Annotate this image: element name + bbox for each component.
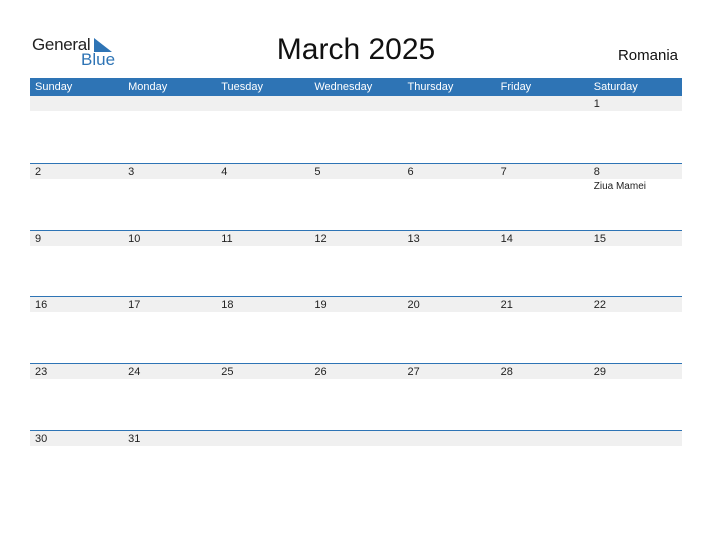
day-number: 24 bbox=[128, 366, 141, 379]
day-cell: 16 bbox=[30, 297, 123, 357]
day-cell: 12 bbox=[309, 231, 402, 291]
weekday-tuesday: Tuesday bbox=[221, 81, 264, 93]
day-number: 4 bbox=[221, 166, 228, 178]
day-number: 18 bbox=[221, 299, 234, 312]
day-number: 26 bbox=[314, 366, 327, 379]
week-cells: 9 10 11 12 13 14 15 bbox=[30, 231, 682, 291]
day-number: 22 bbox=[593, 299, 606, 312]
day-number: 15 bbox=[593, 232, 606, 245]
day-number: 19 bbox=[314, 299, 327, 312]
day-cell: 30 bbox=[30, 431, 123, 491]
day-cell: 10 bbox=[123, 231, 216, 291]
day-cell: 27 bbox=[403, 364, 496, 424]
day-cell: 20 bbox=[403, 297, 496, 357]
day-cell bbox=[216, 431, 309, 491]
day-number: 2 bbox=[35, 166, 42, 178]
week-cells: 30 31 bbox=[30, 431, 682, 491]
country-label: Romania bbox=[617, 47, 678, 64]
day-number: 9 bbox=[35, 232, 42, 245]
day-cell: 31 bbox=[123, 431, 216, 491]
day-cell: 11 bbox=[216, 231, 309, 291]
day-cell: 24 bbox=[123, 364, 216, 424]
day-number: 13 bbox=[407, 232, 420, 245]
day-cell bbox=[403, 96, 496, 156]
day-number: 20 bbox=[407, 299, 420, 312]
day-cell: 29 bbox=[589, 364, 682, 424]
day-number: 28 bbox=[500, 366, 513, 379]
day-number: 16 bbox=[35, 299, 48, 312]
week-cells: 1 bbox=[30, 96, 682, 156]
week-row: 30 31 bbox=[30, 429, 682, 497]
day-cell bbox=[309, 431, 402, 491]
day-number: 14 bbox=[500, 232, 513, 245]
day-number: 1 bbox=[593, 98, 600, 110]
week-cells: 2 3 4 5 6 7 8 Ziua Mamei bbox=[30, 164, 682, 224]
weekday-header: Sunday Monday Tuesday Wednesday Thursday… bbox=[30, 78, 682, 96]
week-cells: 23 24 25 26 27 28 29 bbox=[30, 364, 682, 424]
day-cell: 8 Ziua Mamei bbox=[589, 164, 682, 224]
day-number: 17 bbox=[128, 299, 141, 312]
day-cell: 17 bbox=[123, 297, 216, 357]
day-cell: 19 bbox=[309, 297, 402, 357]
day-cell bbox=[216, 96, 309, 156]
day-cell: 7 bbox=[496, 164, 589, 224]
day-cell: 9 bbox=[30, 231, 123, 291]
day-cell: 2 bbox=[30, 164, 123, 224]
day-number: 31 bbox=[128, 432, 141, 445]
week-row: 23 24 25 26 27 28 29 bbox=[30, 363, 682, 430]
day-cell: 28 bbox=[496, 364, 589, 424]
day-cell bbox=[403, 431, 496, 491]
day-number: 5 bbox=[314, 166, 321, 178]
day-cell: 5 bbox=[309, 164, 402, 224]
week-row: 16 17 18 19 20 21 22 bbox=[30, 296, 682, 363]
day-cell: 13 bbox=[403, 231, 496, 291]
day-cell bbox=[496, 96, 589, 156]
day-number: 25 bbox=[221, 366, 234, 379]
day-number: 6 bbox=[407, 166, 414, 178]
day-number: 7 bbox=[500, 166, 507, 178]
weeks-container: 1 2 3 4 5 6 7 8 Ziua Mamei 9 10 11 12 13 14 15 16 17 18 19 2… bbox=[30, 96, 682, 496]
day-cell: 22 bbox=[589, 297, 682, 357]
day-number: 23 bbox=[35, 366, 48, 379]
day-number: 12 bbox=[314, 232, 327, 245]
weekday-wednesday: Wednesday bbox=[314, 81, 373, 93]
day-cell: 6 bbox=[403, 164, 496, 224]
day-number: 29 bbox=[593, 366, 606, 379]
weekday-saturday: Saturday bbox=[593, 81, 638, 93]
day-cell: 15 bbox=[589, 231, 682, 291]
weekday-monday: Monday bbox=[128, 81, 168, 93]
day-cell bbox=[123, 96, 216, 156]
day-cell: 26 bbox=[309, 364, 402, 424]
day-cell: 18 bbox=[216, 297, 309, 357]
weekday-sunday: Sunday bbox=[35, 81, 73, 93]
day-number: 30 bbox=[35, 432, 48, 445]
day-cell: 1 bbox=[589, 96, 682, 156]
day-cell: 14 bbox=[496, 231, 589, 291]
day-cell: 3 bbox=[123, 164, 216, 224]
day-cell: 23 bbox=[30, 364, 123, 424]
weekday-friday: Friday bbox=[500, 81, 532, 93]
day-cell: 25 bbox=[216, 364, 309, 424]
day-cell bbox=[30, 96, 123, 156]
week-row: 9 10 11 12 13 14 15 bbox=[30, 229, 682, 297]
day-cell: 4 bbox=[216, 164, 309, 224]
weekday-thursday: Thursday bbox=[407, 81, 454, 93]
day-number: 3 bbox=[128, 166, 135, 178]
holiday-label: Ziua Mamei bbox=[593, 181, 646, 192]
day-cell bbox=[309, 96, 402, 156]
day-number: 21 bbox=[500, 299, 513, 312]
calendar-grid: Sunday Monday Tuesday Wednesday Thursday… bbox=[30, 78, 682, 496]
day-cell bbox=[496, 431, 589, 491]
week-cells: 16 17 18 19 20 21 22 bbox=[30, 297, 682, 357]
day-number: 27 bbox=[407, 366, 420, 379]
day-cell: 21 bbox=[496, 297, 589, 357]
week-row: 1 bbox=[30, 96, 682, 163]
day-number: 8 bbox=[593, 166, 600, 178]
day-number: 10 bbox=[128, 232, 141, 245]
day-cell bbox=[589, 431, 682, 491]
day-number: 11 bbox=[221, 232, 233, 245]
page-title: March 2025 bbox=[276, 33, 436, 66]
week-row: 2 3 4 5 6 7 8 Ziua Mamei bbox=[30, 163, 682, 230]
